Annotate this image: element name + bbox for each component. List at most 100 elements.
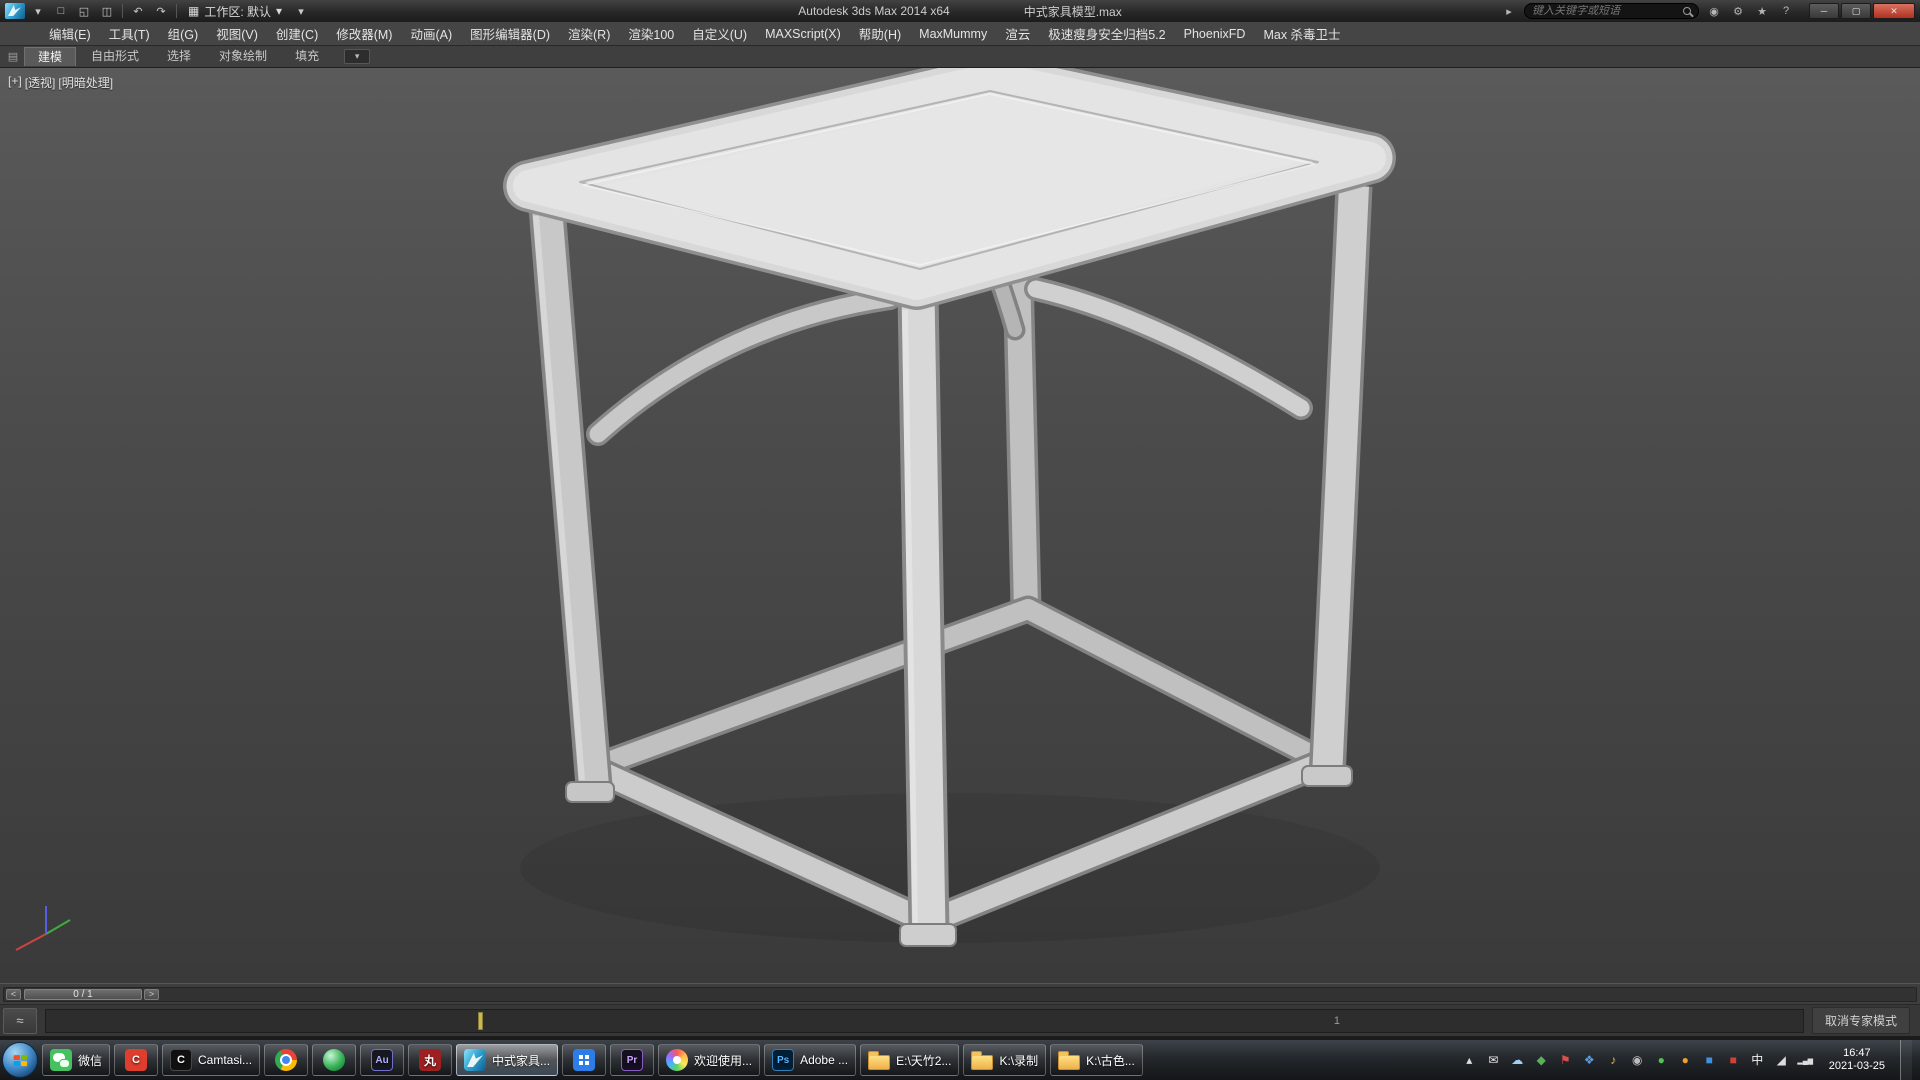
menu-item-modifiers[interactable]: 修改器(M) — [327, 22, 401, 45]
viewport-canvas[interactable] — [0, 68, 1920, 983]
taskbar-button-wechat[interactable]: 微信 — [42, 1044, 110, 1076]
time-slider-track[interactable]: < 0 / 1 > — [3, 987, 1917, 1002]
taskbar-button-360-browser[interactable] — [312, 1044, 356, 1076]
show-desktop-button[interactable] — [1900, 1040, 1912, 1080]
menu-item-maxmummy[interactable]: MaxMummy — [910, 22, 996, 45]
tray-volume-icon[interactable]: ◢ — [1773, 1052, 1790, 1069]
menu-item-render100[interactable]: 渲染100 — [619, 22, 683, 45]
menu-item-slim-archive[interactable]: 极速瘦身安全归档5.2 — [1039, 22, 1174, 45]
tray-green-app-icon[interactable]: ● — [1653, 1052, 1670, 1069]
menubar: 编辑(E) 工具(T) 组(G) 视图(V) 创建(C) 修改器(M) 动画(A… — [0, 22, 1920, 46]
menu-item-graph-editors[interactable]: 图形编辑器(D) — [461, 22, 559, 45]
tray-mail-icon[interactable]: ✉ — [1485, 1052, 1502, 1069]
menu-item-rendering[interactable]: 渲染(R) — [559, 22, 619, 45]
audition-icon: Au — [371, 1049, 393, 1071]
taskbar-button-audition[interactable]: Au — [360, 1044, 404, 1076]
tab-freeform[interactable]: 自由形式 — [78, 47, 152, 66]
wan-app-icon: 丸 — [419, 1049, 441, 1071]
tray-expand-icon[interactable]: ▴ — [1461, 1052, 1478, 1069]
qat-overflow-button[interactable]: ▾ — [291, 2, 311, 20]
menu-item-phoenixfd[interactable]: PhoenixFD — [1175, 22, 1255, 45]
taskbar-button-label: K:\古色... — [1086, 1052, 1135, 1069]
new-scene-icon[interactable]: □ — [51, 2, 71, 20]
search-box[interactable] — [1524, 3, 1699, 19]
tray-blue-app-icon[interactable]: ■ — [1701, 1052, 1718, 1069]
mini-curve-editor-button[interactable]: ≈ — [3, 1008, 37, 1034]
search-icon[interactable] — [1683, 7, 1691, 15]
tab-modeling[interactable]: 建模 — [24, 47, 76, 66]
app-menu-dropdown-icon[interactable]: ▾ — [28, 2, 48, 20]
favorites-icon[interactable]: ★ — [1753, 5, 1771, 18]
maximize-button[interactable]: ▢ — [1841, 3, 1871, 19]
taskbar-button-folder-k-record[interactable]: K:\录制 — [963, 1044, 1046, 1076]
perspective-viewport[interactable]: [+] [透视] [明暗处理] — [0, 68, 1920, 983]
camtasia-icon: C — [170, 1049, 192, 1071]
taskbar-button-folder-e[interactable]: E:\天竹2... — [860, 1044, 959, 1076]
signin-icon[interactable]: ◉ — [1705, 5, 1723, 18]
cancel-expert-mode-button[interactable]: 取消专家模式 — [1812, 1007, 1910, 1034]
menu-item-help[interactable]: 帮助(H) — [850, 22, 910, 45]
stool-top — [529, 78, 1370, 284]
search-input[interactable] — [1532, 5, 1679, 17]
tray-red-app-icon[interactable]: ■ — [1725, 1052, 1742, 1069]
taskbar-button-camtasia[interactable]: C Camtasi... — [162, 1044, 260, 1076]
time-slider-handle[interactable]: 0 / 1 — [24, 989, 142, 1000]
menu-item-tools[interactable]: 工具(T) — [100, 22, 159, 45]
tab-selection[interactable]: 选择 — [154, 47, 204, 66]
menu-item-renderyun[interactable]: 渲云 — [996, 22, 1039, 45]
minimize-button[interactable]: ─ — [1809, 3, 1839, 19]
menu-item-customize[interactable]: 自定义(U) — [683, 22, 756, 45]
open-file-icon[interactable]: ◱ — [74, 2, 94, 20]
tray-flag-icon[interactable]: ⚑ — [1557, 1052, 1574, 1069]
viewport-menu-plus[interactable]: [+] — [8, 74, 22, 91]
track-key-marker[interactable] — [478, 1012, 483, 1030]
taskbar-button-chrome[interactable] — [264, 1044, 308, 1076]
tray-disc-icon[interactable]: ◉ — [1629, 1052, 1646, 1069]
tab-populate[interactable]: 填充 — [282, 47, 332, 66]
save-file-icon[interactable]: ◫ — [97, 2, 117, 20]
taskbar-button-photoshop[interactable]: Ps Adobe ... — [764, 1044, 856, 1076]
menu-item-animation[interactable]: 动画(A) — [401, 22, 461, 45]
start-button[interactable] — [2, 1042, 38, 1078]
ribbon-panel-icon[interactable]: ▤ — [4, 50, 22, 63]
app-logo[interactable] — [5, 3, 25, 19]
taskbar-button-3dsmax[interactable]: 中式家具... — [456, 1044, 558, 1076]
viewport-menu-shading[interactable]: [明暗处理] — [58, 74, 113, 91]
tray-orange-app-icon[interactable]: ● — [1677, 1052, 1694, 1069]
previous-frame-button[interactable]: < — [6, 989, 21, 1000]
menu-item-maxscript[interactable]: MAXScript(X) — [756, 22, 850, 45]
next-frame-button[interactable]: > — [144, 989, 159, 1000]
taskbar-button-premiere[interactable]: Pr — [610, 1044, 654, 1076]
undo-icon[interactable]: ↶ — [128, 2, 148, 20]
tray-cloud-icon[interactable]: ☁ — [1509, 1052, 1526, 1069]
tray-shield-icon[interactable]: ◆ — [1533, 1052, 1550, 1069]
taskbar-button-welcome[interactable]: 欢迎使用... — [658, 1044, 760, 1076]
close-button[interactable]: ✕ — [1873, 3, 1915, 19]
tray-ime-icon[interactable]: 中 — [1749, 1052, 1766, 1069]
menu-item-edit[interactable]: 编辑(E) — [40, 22, 100, 45]
menu-item-antivirus[interactable]: Max 杀毒卫士 — [1254, 22, 1349, 45]
help-icon[interactable]: ? — [1777, 5, 1795, 17]
menu-item-group[interactable]: 组(G) — [159, 22, 208, 45]
infocenter-collapse-icon[interactable]: ▸ — [1500, 5, 1518, 18]
menu-item-views[interactable]: 视图(V) — [207, 22, 267, 45]
track-frame-label: 1 — [1334, 1015, 1340, 1027]
taskbar-button-wan-app[interactable]: 丸 — [408, 1044, 452, 1076]
taskbar-button-folder-k-antique[interactable]: K:\古色... — [1050, 1044, 1143, 1076]
taskbar-button-red-c-app[interactable]: C — [114, 1044, 158, 1076]
tray-music-icon[interactable]: ♪ — [1605, 1052, 1622, 1069]
settings-icon[interactable]: ⚙ — [1729, 5, 1747, 18]
tray-chat-icon[interactable]: ❖ — [1581, 1052, 1598, 1069]
workspace-selector[interactable]: ▦ 工作区: 默认 ▾ — [182, 2, 288, 20]
menu-item-create[interactable]: 创建(C) — [267, 22, 327, 45]
tray-network-icon[interactable]: ▂▄▆ — [1797, 1052, 1814, 1069]
track-bar[interactable]: 1 — [45, 1009, 1804, 1033]
taskbar-button-bluedoc[interactable] — [562, 1044, 606, 1076]
premiere-icon: Pr — [621, 1049, 643, 1071]
ribbon-more-dropdown[interactable]: ▾ — [344, 49, 370, 64]
viewport-menu-pov[interactable]: [透视] — [25, 74, 56, 91]
redo-icon[interactable]: ↷ — [151, 2, 171, 20]
tab-object-paint[interactable]: 对象绘制 — [206, 47, 280, 66]
taskbar-clock[interactable]: 16:47 2021-03-25 — [1821, 1047, 1893, 1073]
desktop: ▾ □ ◱ ◫ ↶ ↷ ▦ 工作区: 默认 ▾ ▾ Autodesk 3ds M… — [0, 0, 1920, 1080]
